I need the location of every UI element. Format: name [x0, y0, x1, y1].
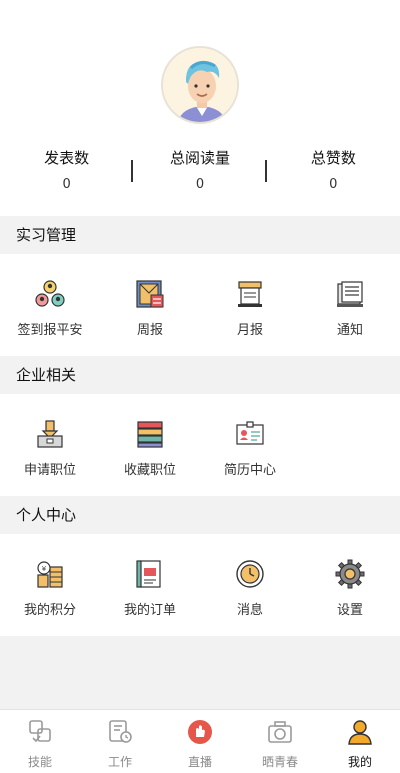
orders-icon	[136, 560, 161, 588]
live-icon	[188, 720, 212, 744]
settings-gear-icon	[335, 559, 365, 589]
cell-label: 周报	[136, 323, 163, 338]
weekly-report-icon	[136, 280, 164, 308]
favorite-job-icon	[137, 421, 163, 448]
personal-grid: ¥ 我的积分 我的订单 消息 设置	[0, 534, 400, 636]
stat-value: 0	[62, 177, 71, 192]
cell-label: 申请职位	[23, 463, 76, 478]
tab-label: 我的	[347, 755, 372, 769]
svg-text:¥: ¥	[42, 565, 47, 573]
settings-button[interactable]: 设置	[300, 558, 400, 636]
tab-label: 技能	[27, 755, 52, 769]
my-points-button[interactable]: ¥ 我的积分	[0, 558, 100, 636]
stat-label: 总赞数	[310, 149, 356, 167]
enterprise-grid: 申请职位 收藏职位 简历中心	[0, 394, 400, 496]
cell-label: 简历中心	[223, 463, 276, 478]
checkin-button[interactable]: 签到报平安	[0, 278, 100, 356]
tab-share-youth[interactable]: 晒青春	[240, 710, 320, 773]
tab-label: 直播	[187, 755, 212, 769]
section-title-enterprise: 企业相关	[0, 356, 400, 394]
resume-center-button[interactable]: 简历中心	[200, 418, 300, 496]
monthly-report-button[interactable]: 月报	[200, 278, 300, 356]
bottom-tab-bar: 技能 工作 直播 晒青春 我的	[0, 709, 400, 773]
tab-label: 工作	[107, 755, 132, 769]
resume-icon	[236, 421, 264, 445]
cell-label: 消息	[236, 603, 263, 618]
cell-label: 签到报平安	[17, 323, 83, 338]
monthly-report-icon	[238, 281, 262, 307]
work-icon	[109, 720, 132, 743]
group-checkin-icon	[35, 280, 65, 307]
section-title-personal: 个人中心	[0, 496, 400, 534]
points-icon: ¥	[37, 561, 63, 588]
section-title-internship: 实习管理	[0, 216, 400, 254]
tab-skills[interactable]: 技能	[0, 710, 80, 773]
notification-button[interactable]: 通知	[300, 278, 400, 356]
stat-value: 0	[329, 177, 338, 192]
tab-mine[interactable]: 我的	[320, 710, 400, 773]
messages-button[interactable]: 消息	[200, 558, 300, 636]
my-orders-button[interactable]: 我的订单	[100, 558, 200, 636]
tab-work[interactable]: 工作	[80, 710, 160, 773]
cell-label: 通知	[336, 323, 363, 338]
apply-job-button[interactable]: 申请职位	[0, 418, 100, 496]
weekly-report-button[interactable]: 周报	[100, 278, 200, 356]
camera-icon	[268, 721, 292, 743]
stat-value: 0	[195, 177, 205, 192]
profile-user-icon	[348, 720, 372, 745]
apply-job-icon	[37, 420, 63, 448]
favorite-job-button[interactable]: 收藏职位	[100, 418, 200, 496]
tab-label: 晒青春	[261, 755, 298, 769]
avatar[interactable]	[161, 46, 239, 124]
stat-posts[interactable]: 发表数 0	[0, 148, 134, 198]
cell-label: 收藏职位	[123, 463, 176, 478]
stat-label: 发表数	[44, 149, 90, 167]
stat-reads[interactable]: 总阅读量 0	[133, 148, 267, 198]
skills-icon	[29, 720, 51, 743]
cell-label: 月报	[236, 323, 263, 338]
stat-likes[interactable]: 总赞数 0	[267, 148, 400, 198]
cell-label: 我的订单	[123, 603, 176, 618]
avatar-illustration-icon	[163, 48, 237, 122]
message-clock-icon	[236, 560, 264, 588]
stat-label: 总阅读量	[169, 149, 230, 167]
internship-grid: 签到报平安 周报 月报 通知	[0, 254, 400, 356]
notification-icon	[337, 281, 363, 307]
tab-live[interactable]: 直播	[160, 710, 240, 773]
profile-stats: 发表数 0 总阅读量 0 总赞数 0	[0, 148, 400, 198]
profile-header: 发表数 0 总阅读量 0 总赞数 0	[0, 0, 400, 216]
cell-label: 我的积分	[23, 603, 76, 618]
cell-label: 设置	[336, 603, 363, 618]
